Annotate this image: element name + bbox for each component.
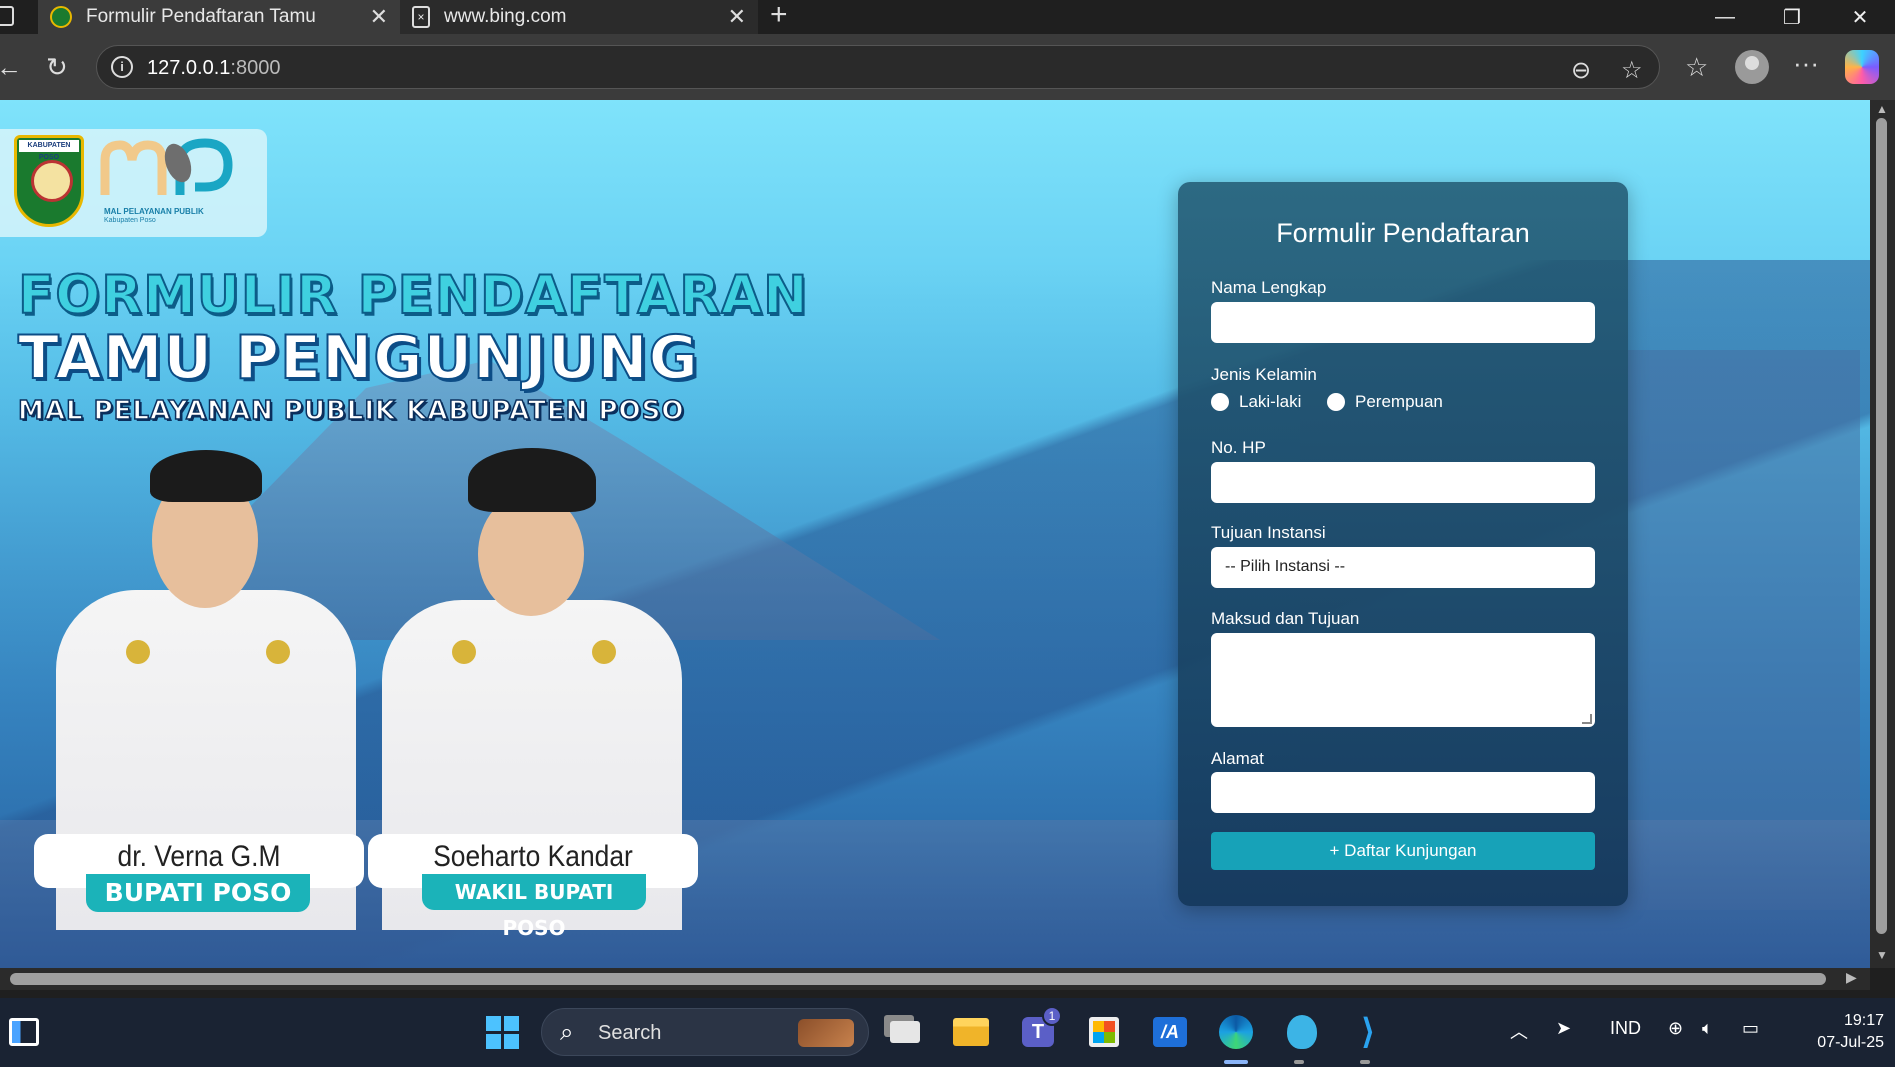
registration-form: Formulir Pendaftaran Nama Lengkap Jenis …: [1178, 182, 1628, 906]
web-page: KABUPATEN POSO MAL PELAYANAN PUBLIK Kabu…: [0, 100, 1870, 968]
restore-icon[interactable]: ❐: [1762, 0, 1822, 34]
zoom-icon[interactable]: ⊖: [1571, 56, 1591, 85]
address-bar[interactable]: i 127.0.0.1:8000 ⊖ ☆: [96, 45, 1660, 89]
windows-start-icon[interactable]: [482, 1012, 522, 1052]
page-error-icon: ×: [412, 6, 430, 28]
address-label: Alamat: [1211, 749, 1264, 768]
new-tab-icon[interactable]: +: [770, 0, 788, 32]
close-window-icon[interactable]: ✕: [1830, 0, 1890, 34]
show-hidden-icons-icon[interactable]: ︿: [1510, 1018, 1528, 1044]
browser-tab-bar: Formulir Pendaftaran Tamu ✕ × www.bing.c…: [0, 0, 1895, 34]
vscode-running-indicator: [1360, 1060, 1370, 1064]
app-running-indicator: [1294, 1060, 1304, 1064]
search-label: Search: [598, 1022, 662, 1044]
gender-radio-female[interactable]: Perempuan: [1327, 392, 1443, 412]
windows-taskbar: ⌕ Search T 1 /A ⟩ ︿ ➤ IND ⊕ 🔈︎ ▭ 19:17 0…: [0, 998, 1895, 1067]
mpp-logo: [100, 138, 233, 195]
vscode-icon[interactable]: ⟩: [1348, 1012, 1388, 1052]
radio-button-icon[interactable]: [1211, 393, 1229, 411]
kabupaten-favicon-icon: [50, 6, 72, 28]
close-tab-icon[interactable]: ✕: [728, 4, 746, 30]
microsoft-store-icon[interactable]: [1084, 1012, 1124, 1052]
radio-button-icon[interactable]: [1327, 393, 1345, 411]
hero-title-line1: FORMULIR PENDAFTARAN: [17, 264, 809, 327]
site-info-icon[interactable]: i: [111, 56, 133, 78]
gender-option-label: Perempuan: [1355, 392, 1443, 411]
file-explorer-icon[interactable]: [951, 1012, 991, 1052]
gender-option-label: Laki-laki: [1239, 392, 1302, 411]
tab-actions-icon[interactable]: [0, 6, 14, 26]
location-icon[interactable]: ➤: [1556, 1018, 1571, 1039]
scroll-up-icon[interactable]: ▲: [1876, 102, 1888, 116]
teams-icon[interactable]: T 1: [1018, 1006, 1062, 1052]
wakil-bupati-cap: [468, 448, 596, 512]
phone-input[interactable]: [1211, 462, 1595, 503]
refresh-icon[interactable]: ↻: [46, 52, 68, 83]
more-menu-icon[interactable]: ···: [1793, 48, 1819, 79]
azure-data-studio-icon[interactable]: /A: [1150, 1012, 1190, 1052]
battery-icon[interactable]: ▭: [1742, 1018, 1759, 1039]
tab-title: Formulir Pendaftaran Tamu: [86, 6, 316, 27]
language-indicator[interactable]: IND: [1610, 1018, 1641, 1039]
favorites-icon[interactable]: ☆: [1685, 52, 1708, 83]
url-text: 127.0.0.1:8000: [147, 57, 281, 79]
vertical-scroll-thumb[interactable]: [1876, 118, 1887, 934]
wakil-bupati-name: Soeharto Kandar: [433, 840, 633, 873]
edge-icon[interactable]: [1216, 1012, 1256, 1052]
task-view-icon[interactable]: [885, 1012, 925, 1052]
purpose-textarea[interactable]: [1211, 633, 1595, 727]
edge-active-indicator: [1224, 1060, 1248, 1064]
vertical-scrollbar[interactable]: ▲ ▼: [1870, 100, 1895, 968]
tab-formulir[interactable]: Formulir Pendaftaran Tamu ✕: [38, 0, 400, 34]
clock-time: 19:17: [1843, 1012, 1884, 1029]
scroll-right-icon[interactable]: ▶: [1846, 969, 1857, 986]
taskbar-search[interactable]: ⌕ Search: [541, 1008, 869, 1056]
back-icon[interactable]: ←: [0, 52, 22, 83]
hero-subtitle: MAL PELAYANAN PUBLIK KABUPATEN POSO: [17, 395, 685, 427]
app-droplet-icon[interactable]: [1282, 1012, 1322, 1052]
favorite-star-icon[interactable]: ☆: [1621, 56, 1643, 85]
gender-label: Jenis Kelamin: [1211, 365, 1317, 384]
agency-label: Tujuan Instansi: [1211, 523, 1326, 542]
gender-radio-male[interactable]: Laki-laki: [1211, 392, 1301, 412]
clock-date: 07-Jul-25: [1817, 1034, 1884, 1051]
horizontal-scrollbar[interactable]: ▶: [0, 968, 1870, 990]
tab-bing[interactable]: × www.bing.com ✕: [400, 0, 758, 34]
browser-toolbar: ← ↻ i 127.0.0.1:8000 ⊖ ☆ ☆ ···: [0, 34, 1895, 100]
search-highlight-icon: [798, 1019, 854, 1047]
mpp-logo-subtext: Kabupaten Poso: [104, 217, 156, 224]
agency-selected-value: -- Pilih Instansi --: [1225, 558, 1346, 575]
network-icon[interactable]: ⊕: [1668, 1018, 1683, 1039]
name-input[interactable]: [1211, 302, 1595, 343]
scroll-down-icon[interactable]: ▼: [1876, 948, 1888, 962]
purpose-label: Maksud dan Tujuan: [1211, 609, 1360, 628]
tab-title: www.bing.com: [444, 6, 567, 27]
close-tab-icon[interactable]: ✕: [370, 4, 388, 30]
hero-title-line2: TAMU PENGUNJUNG: [17, 322, 699, 394]
address-input[interactable]: [1211, 772, 1595, 813]
kabupaten-poso-seal-logo: KABUPATEN POSO: [14, 135, 84, 227]
copilot-icon[interactable]: [1845, 50, 1879, 84]
horizontal-scroll-thumb[interactable]: [10, 973, 1826, 985]
submit-visit-button[interactable]: + Daftar Kunjungan: [1211, 832, 1595, 870]
logo-panel: KABUPATEN POSO MAL PELAYANAN PUBLIK Kabu…: [0, 129, 267, 237]
volume-icon[interactable]: 🔈︎: [1702, 1018, 1713, 1039]
name-label: Nama Lengkap: [1211, 278, 1327, 297]
search-icon: ⌕: [560, 1019, 574, 1046]
screen: Formulir Pendaftaran Tamu ✕ × www.bing.c…: [0, 0, 1895, 1067]
seal-text: KABUPATEN POSO: [19, 140, 79, 161]
bupati-cap: [150, 450, 262, 502]
agency-select[interactable]: -- Pilih Instansi --: [1211, 547, 1595, 588]
teams-notification-badge: 1: [1042, 1006, 1062, 1026]
mpp-logo-text: MAL PELAYANAN PUBLIK: [104, 207, 204, 216]
profile-avatar[interactable]: [1735, 50, 1769, 84]
widgets-icon[interactable]: [4, 1012, 44, 1052]
system-clock[interactable]: 19:17 07-Jul-25: [1784, 1010, 1884, 1054]
phone-label: No. HP: [1211, 438, 1266, 457]
minimize-icon[interactable]: —: [1695, 0, 1755, 34]
wakil-bupati-role: WAKIL BUPATI POSO: [422, 874, 646, 940]
bupati-role: BUPATI POSO: [86, 874, 310, 912]
form-title: Formulir Pendaftaran: [1276, 218, 1530, 248]
